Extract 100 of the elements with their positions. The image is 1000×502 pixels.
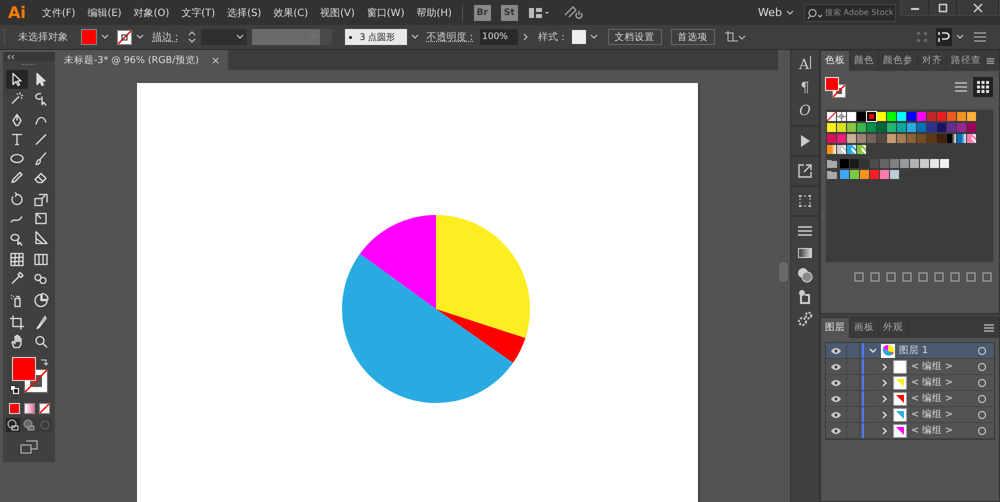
panel-action-icon[interactable] (917, 271, 929, 283)
color-swatch[interactable] (907, 112, 916, 120)
color-swatch[interactable] (967, 112, 976, 120)
panel-action-icon[interactable] (885, 271, 897, 283)
stroke-lines-icon[interactable] (797, 223, 813, 239)
none-swatch[interactable] (827, 112, 836, 120)
menu-item[interactable]: 文字(T) (175, 6, 222, 20)
panel-action-icon[interactable] (869, 271, 881, 283)
menu-item[interactable]: 编辑(E) (81, 6, 128, 20)
caret-icon[interactable] (100, 33, 110, 41)
gradient-mode-button[interactable] (24, 403, 34, 414)
color-swatch[interactable] (887, 112, 896, 120)
color-swatch[interactable] (907, 122, 916, 132)
color-swatch[interactable] (917, 134, 926, 142)
swap-icon[interactable] (39, 357, 49, 367)
color-swatch[interactable] (847, 112, 856, 120)
menu-item[interactable]: 效果(C) (267, 6, 314, 20)
close-button[interactable] (957, 0, 999, 15)
color-swatch[interactable] (847, 122, 856, 132)
panel-menu-icon[interactable] (986, 56, 995, 66)
eye-icon[interactable] (830, 346, 842, 354)
gradient-icon[interactable] (797, 245, 813, 261)
color-swatch[interactable] (947, 122, 956, 132)
panel-tab[interactable]: 对齐 (918, 51, 947, 71)
gradient-swatch[interactable] (957, 134, 966, 142)
snap-button[interactable] (936, 28, 952, 46)
transparency-icon[interactable] (797, 267, 813, 283)
menu-item[interactable]: 对象(O) (128, 6, 176, 20)
opacity-field[interactable]: 100% (480, 29, 518, 45)
gpu-icon[interactable] (562, 4, 583, 20)
export-icon[interactable] (797, 163, 813, 179)
color-swatch[interactable] (890, 158, 899, 168)
selection-arrow-tool[interactable] (6, 70, 28, 89)
color-swatch[interactable] (887, 122, 896, 132)
color-swatch[interactable] (877, 122, 886, 132)
style-swatch[interactable] (572, 30, 586, 44)
draw-behind-button[interactable] (22, 418, 36, 432)
color-swatch[interactable] (880, 158, 889, 168)
color-swatch[interactable] (850, 158, 859, 168)
color-swatch[interactable] (827, 134, 836, 142)
stock-button[interactable]: St (500, 4, 518, 20)
caret-icon[interactable] (135, 33, 145, 41)
tab-close-button[interactable]: × (211, 54, 220, 66)
menu-icon[interactable] (973, 31, 987, 43)
color-swatch[interactable] (967, 122, 976, 132)
caret-icon[interactable] (955, 33, 965, 41)
panel-tab[interactable]: 图层 (821, 318, 850, 338)
fill-color-swatch[interactable] (12, 357, 36, 381)
panel-action-icon[interactable] (901, 271, 913, 283)
collapse-icon[interactable] (6, 54, 16, 60)
color-swatch[interactable] (867, 134, 876, 142)
layer-row[interactable]: < 编组 > (826, 359, 994, 375)
none-mode-button[interactable] (38, 403, 50, 414)
color-swatch[interactable] (897, 122, 906, 132)
pattern-swatch[interactable] (967, 134, 976, 142)
document-tab[interactable]: 未标题-3* @ 96% (RGB/预览) × (56, 50, 228, 70)
eye-icon[interactable] (830, 410, 842, 418)
color-swatch[interactable] (937, 134, 946, 142)
minimize-button[interactable] (901, 0, 929, 15)
color-swatch[interactable] (857, 122, 866, 132)
eye-icon[interactable] (830, 426, 842, 434)
fill-color-swatch[interactable] (825, 77, 839, 91)
color-swatch[interactable] (897, 134, 906, 142)
color-swatch[interactable] (957, 112, 966, 120)
color-swatch[interactable] (927, 112, 936, 120)
layer-row[interactable]: < 编组 > (826, 391, 994, 407)
color-swatch[interactable] (837, 122, 846, 132)
color-swatch[interactable] (927, 122, 936, 132)
color-swatch[interactable] (857, 112, 866, 120)
color-swatch[interactable] (947, 112, 956, 120)
color-swatch[interactable] (860, 170, 869, 178)
color-swatch[interactable] (867, 112, 876, 120)
pattern-swatch[interactable] (847, 144, 856, 154)
color-swatch[interactable] (870, 158, 879, 168)
color-swatch[interactable] (840, 170, 849, 178)
color-swatch[interactable] (890, 170, 899, 178)
expand-chevron-icon[interactable] (868, 346, 878, 356)
gears-icon[interactable] (797, 311, 813, 327)
color-swatch[interactable] (930, 158, 939, 168)
color-swatch[interactable] (927, 134, 936, 142)
color-swatch[interactable] (920, 158, 929, 168)
panel-action-icon[interactable] (981, 271, 993, 283)
draw-normal-button[interactable] (6, 418, 20, 432)
color-swatch[interactable] (827, 122, 836, 132)
color-swatch[interactable] (847, 134, 856, 142)
caret-icon[interactable] (410, 33, 420, 41)
color-swatch[interactable] (940, 158, 949, 168)
color-mode-button[interactable] (8, 403, 20, 414)
color-swatch[interactable] (910, 158, 919, 168)
panel-tab[interactable]: 颜色 (850, 51, 879, 71)
panel-tab[interactable]: 颜色参 (879, 51, 918, 71)
panel-action-icon[interactable] (853, 271, 865, 283)
paragraph-panel-button[interactable]: ¶ (800, 80, 810, 96)
default-colors-icon[interactable] (10, 385, 19, 394)
panel-tab[interactable]: 画板 (850, 318, 879, 338)
color-swatch[interactable] (867, 122, 876, 132)
layer-row[interactable]: < 编组 > (826, 375, 994, 391)
stroke-swatch[interactable] (117, 30, 132, 44)
fill-swatch[interactable] (81, 29, 97, 45)
menu-item[interactable]: 帮助(H) (410, 6, 458, 20)
